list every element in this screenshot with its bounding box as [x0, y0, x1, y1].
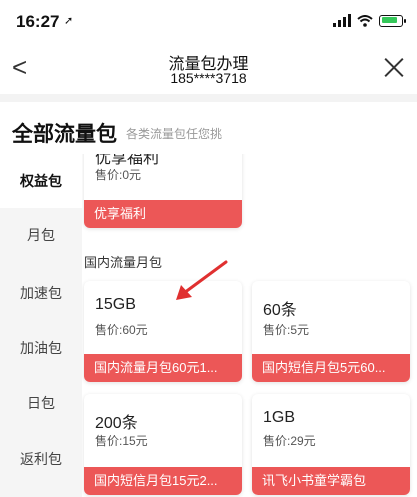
- package-price: 售价:5元: [263, 323, 310, 337]
- header-subtitle: 各类流量包任您挑: [126, 127, 223, 141]
- package-card[interactable]: 200条 售价:15元 国内短信月包15元2...: [84, 394, 242, 495]
- location-icon: ➚: [64, 15, 74, 27]
- package-name: 15GB: [95, 296, 136, 313]
- package-price: 售价:29元: [263, 434, 316, 448]
- sidebar-item-speedup[interactable]: 加速包: [0, 266, 82, 320]
- nav-bar: < 流量包办理 185****3718: [0, 44, 417, 94]
- package-card[interactable]: 15GB 售价:60元 国内流量月包60元1...: [84, 281, 242, 382]
- sidebar-item-daily[interactable]: 日包: [0, 376, 82, 430]
- phone-number: 185****3718: [170, 70, 247, 86]
- section-header: 全部流量包 各类流量包任您挑: [0, 102, 417, 154]
- package-name: 60条: [263, 302, 297, 319]
- package-price: 售价:60元: [95, 323, 148, 337]
- package-band: 优享福利: [84, 200, 242, 228]
- package-name: 1GB: [263, 409, 296, 426]
- divider: [0, 94, 417, 102]
- battery-icon: [379, 14, 406, 27]
- package-card-top[interactable]: 优享福利 售价:0元 优享福利: [84, 154, 242, 228]
- section-title: 国内流量月包: [84, 255, 163, 270]
- signal-icon: [333, 14, 351, 27]
- sidebar-item-rebate[interactable]: 返利包: [0, 432, 82, 486]
- close-button[interactable]: [383, 56, 405, 78]
- status-icons: [333, 14, 406, 27]
- package-price: 售价:15元: [95, 434, 148, 448]
- package-card[interactable]: 1GB 售价:29元 讯飞小书童学霸包: [252, 394, 410, 495]
- package-list: 优享福利 售价:0元 优享福利 国内流量月包 15GB 售价:60元 国内流量月…: [82, 154, 417, 497]
- category-sidebar: 权益包 月包 加速包 加油包 日包 返利包: [0, 154, 82, 497]
- sidebar-item-refuel[interactable]: 加油包: [0, 321, 82, 375]
- package-band: 讯飞小书童学霸包: [252, 467, 410, 495]
- package-price: 售价:0元: [95, 168, 142, 182]
- package-band: 国内短信月包15元2...: [84, 467, 242, 495]
- header-title: 全部流量包: [12, 123, 117, 146]
- package-name: 200条: [95, 415, 138, 432]
- status-bar: 16:27 ➚: [0, 0, 417, 44]
- sidebar-item-rights[interactable]: 权益包: [0, 154, 82, 208]
- package-card[interactable]: 60条 售价:5元 国内短信月包5元60...: [252, 281, 410, 382]
- sidebar-item-monthly[interactable]: 月包: [0, 208, 82, 262]
- package-band: 国内短信月包5元60...: [252, 354, 410, 382]
- wifi-icon: [357, 14, 373, 27]
- status-time: 16:27: [16, 12, 60, 31]
- package-band: 国内流量月包60元1...: [84, 354, 242, 382]
